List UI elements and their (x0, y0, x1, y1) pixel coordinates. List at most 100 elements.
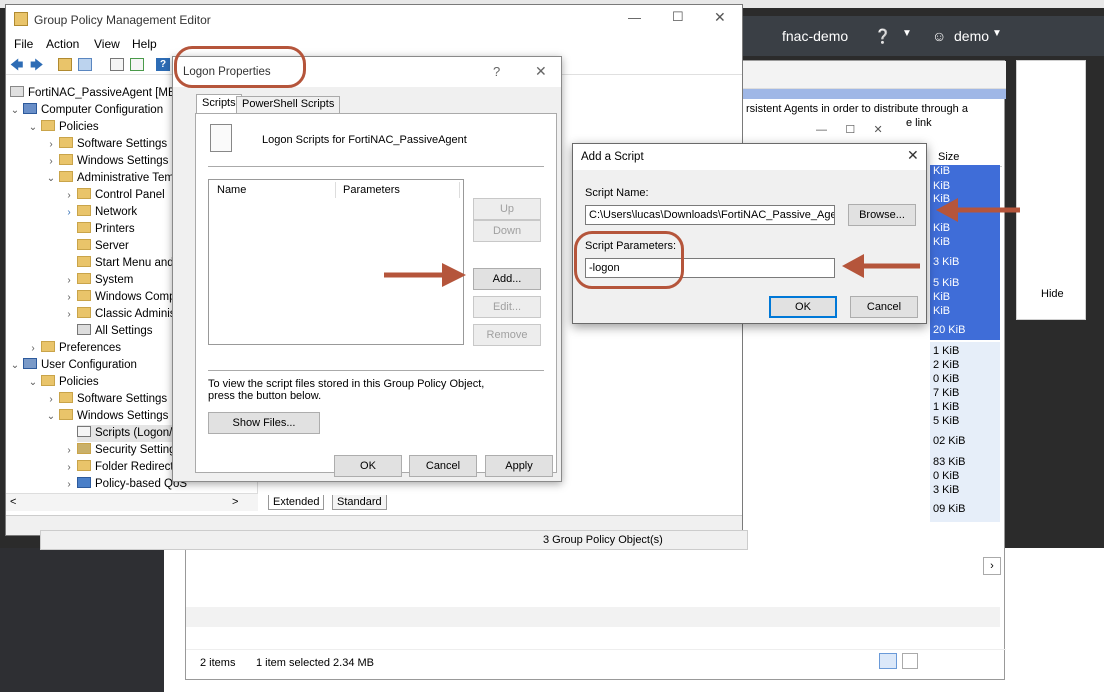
gpmc-statusbar: 3 Group Policy Object(s) (40, 530, 748, 550)
description-link[interactable]: e link (906, 117, 932, 129)
tree-admin-templates[interactable]: ⌄ Administrative Temp (46, 170, 180, 187)
tree-hscrollbar[interactable]: < > (6, 493, 258, 511)
tree-network[interactable]: › Network (64, 204, 137, 221)
tree-software-settings[interactable]: › Software Settings (46, 136, 167, 153)
properties-icon[interactable] (110, 58, 124, 71)
edit-button[interactable]: Edit... (473, 296, 541, 318)
tree-preferences[interactable]: › Preferences (28, 340, 121, 357)
size-cell: 1 KiB (933, 345, 960, 357)
size-cell: 3 KiB (933, 484, 960, 496)
scripts-tab-panel: Logon Scripts for FortiNAC_PassiveAgent … (195, 113, 557, 473)
tree-user-windows-settings[interactable]: ⌄ Windows Settings (46, 408, 168, 425)
add-button[interactable]: Add... (473, 268, 541, 290)
size-cell: 20 KiB (933, 324, 966, 336)
size-cell: 7 KiB (933, 387, 960, 399)
tree-user-software-settings[interactable]: › Software Settings (46, 391, 167, 408)
folder-up-icon[interactable] (58, 58, 72, 71)
tab-extended[interactable]: Extended (268, 495, 325, 510)
script-name-label: Script Name: (585, 187, 649, 199)
tree-policies[interactable]: ⌄ Policies (28, 119, 99, 136)
tree-user-policies[interactable]: ⌄ Policies (28, 374, 99, 391)
tree-user-config[interactable]: ⌄ User Configuration (10, 357, 137, 374)
annotation-circle (574, 231, 684, 289)
col-params-header[interactable]: Parameters (343, 184, 400, 196)
size-cell: KiB (933, 165, 951, 177)
tree-folder-redirection[interactable]: › Folder Redirectio (64, 459, 183, 476)
tab-powershell-scripts[interactable]: PowerShell Scripts (236, 96, 341, 113)
size-cell: KiB (933, 305, 951, 317)
addscript-title: Add a Script (581, 151, 644, 163)
menu-action[interactable]: Action (46, 37, 79, 51)
size-cell: 3 KiB (933, 256, 960, 268)
tree-system[interactable]: › System (64, 272, 133, 289)
apply-button[interactable]: Apply (485, 455, 553, 477)
size-cell: KiB (933, 236, 951, 248)
close-icon[interactable]: ✕ (907, 147, 919, 164)
org-label[interactable]: fnac-demo (782, 28, 848, 44)
tree-start-menu[interactable]: Start Menu and T (77, 255, 184, 272)
help-icon[interactable]: ❔ (874, 28, 891, 45)
status-selected: 1 item selected 2.34 MB (256, 657, 375, 669)
tree-windows-components[interactable]: › Windows Compo (64, 289, 182, 306)
tree-policy-qos[interactable]: › Policy-based QoS (64, 476, 187, 493)
user-name[interactable]: demo (954, 28, 989, 44)
tree-windows-settings[interactable]: › Windows Settings (46, 153, 168, 170)
size-cell: 09 KiB (933, 503, 966, 515)
help-icon[interactable]: ? (156, 58, 170, 71)
browse-button[interactable]: Browse... (848, 204, 916, 226)
close-button[interactable]: ✕ (714, 9, 726, 26)
tree-all-settings[interactable]: All Settings (77, 323, 153, 340)
size-cell: 02 KiB (933, 435, 966, 447)
cancel-button[interactable]: Cancel (850, 296, 918, 318)
tab-scripts[interactable]: Scripts (196, 94, 242, 113)
info-text: To view the script files stored in this … (208, 378, 485, 402)
hide-button[interactable]: Hide (1041, 288, 1064, 300)
tree-security-settings[interactable]: › Security Settings (64, 442, 181, 459)
forward-icon[interactable]: 🡆 (30, 56, 43, 78)
help-icon[interactable]: ? (493, 64, 500, 79)
show-files-button[interactable]: Show Files... (208, 412, 320, 434)
back-icon[interactable]: 🡄 (10, 56, 23, 78)
size-cell: 0 KiB (933, 373, 960, 385)
size-cell: 83 KiB (933, 456, 966, 468)
gpo-count: 3 Group Policy Object(s) (543, 534, 663, 546)
script-doc-icon (210, 124, 232, 152)
chevron-down-icon[interactable]: ▼ (992, 28, 1002, 39)
size-cell: 5 KiB (933, 415, 960, 427)
tiles-view-icon[interactable] (902, 653, 918, 669)
tree-server[interactable]: Server (77, 238, 129, 255)
up-button[interactable]: Up (473, 198, 541, 220)
inner-window-controls[interactable]: — ☐ ✕ (816, 123, 883, 136)
logon-properties-dialog: Logon Properties ? ✕ Scripts PowerShell … (172, 56, 562, 482)
gpme-app-icon (14, 12, 28, 26)
web-header: fnac-demo ❔ ▼ ☺ demo ▼ (740, 16, 1104, 56)
tree-classic-admin[interactable]: › Classic Administr (64, 306, 183, 323)
tree-computer-config[interactable]: ⌄ Computer Configuration (10, 102, 163, 119)
annotation-circle (174, 46, 306, 88)
details-view-icon[interactable] (879, 653, 897, 669)
script-name-input[interactable]: C:\Users\lucas\Downloads\FortiNAC_Passiv… (585, 205, 835, 225)
tree-control-panel[interactable]: › Control Panel (64, 187, 165, 204)
col-name-header[interactable]: Name (217, 184, 246, 196)
ok-button[interactable]: OK (334, 455, 402, 477)
scroll-right-icon[interactable]: › (983, 557, 1001, 575)
down-button[interactable]: Down (473, 220, 541, 242)
cancel-button[interactable]: Cancel (409, 455, 477, 477)
chevron-down-icon[interactable]: ▼ (902, 28, 912, 39)
close-icon[interactable]: ✕ (535, 63, 547, 80)
show-hide-tree-icon[interactable] (78, 58, 92, 71)
minimize-button[interactable]: — (628, 10, 641, 25)
remove-button[interactable]: Remove (473, 324, 541, 346)
menu-help[interactable]: Help (132, 37, 157, 51)
user-icon[interactable]: ☺ (932, 28, 946, 44)
menu-view[interactable]: View (94, 37, 120, 51)
hide-panel: Hide (1016, 60, 1086, 320)
maximize-button[interactable]: ☐ (672, 9, 684, 25)
export-icon[interactable] (130, 58, 144, 71)
ok-button[interactable]: OK (769, 296, 837, 318)
size-cell: 2 KiB (933, 359, 960, 371)
tree-printers[interactable]: Printers (77, 221, 135, 238)
menu-file[interactable]: File (14, 37, 33, 51)
description-text: rsistent Agents in order to distribute t… (746, 103, 968, 115)
tab-standard[interactable]: Standard (332, 495, 387, 510)
